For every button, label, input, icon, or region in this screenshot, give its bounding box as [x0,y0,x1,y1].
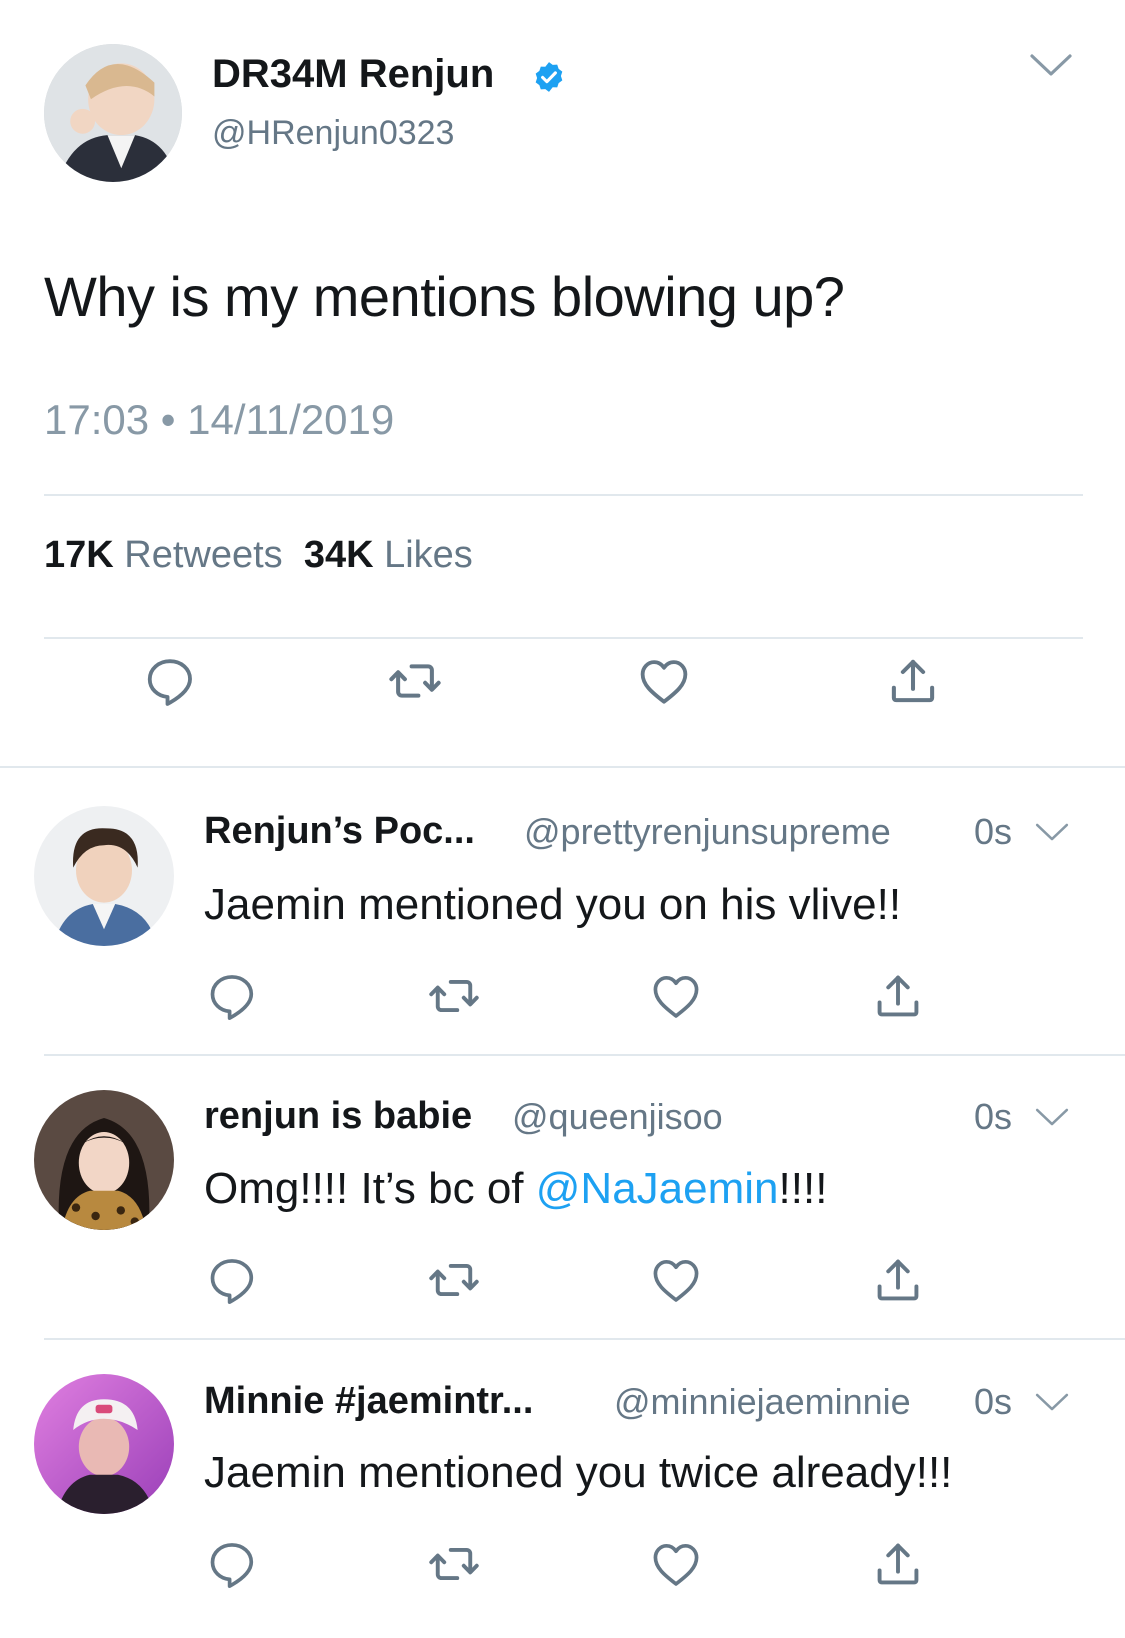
tweet-stats: 17K Retweets 34K Likes [44,534,473,577]
reply-author-name[interactable]: Renjun’s Poc... [204,810,475,853]
reply-icon[interactable] [206,970,258,1022]
reply-author-handle[interactable]: @queenjisoo [512,1096,723,1138]
retweet-icon[interactable] [428,1254,480,1306]
reply-text-before: Omg!!!! It’s bc of [204,1164,536,1213]
verified-badge-icon [532,60,566,94]
like-icon[interactable] [650,1254,702,1306]
reply-author-name[interactable]: renjun is babie [204,1095,472,1138]
retweets-label: Retweets [124,534,283,576]
reply-icon[interactable] [206,1538,258,1590]
reply-author-handle[interactable]: @prettyrenjunsupreme [524,811,891,853]
reply-text: Jaemin mentioned you on his vlive!! [204,880,902,929]
like-icon[interactable] [650,970,702,1022]
likes-label: Likes [384,534,473,576]
mention-link[interactable]: @NaJaemin [536,1164,779,1213]
reply-time: 0s [974,811,1013,852]
likes-count: 34K [303,534,374,576]
reply-avatar[interactable] [34,806,174,946]
reply-time: 0s [974,1381,1013,1422]
chevron-down-icon[interactable] [1034,820,1070,844]
retweet-icon[interactable] [388,654,442,708]
reply-text: Jaemin mentioned you twice already!!! [204,1448,953,1497]
tweet-date: 14/11/2019 [187,396,395,443]
divider [44,1338,1125,1340]
chevron-down-icon[interactable] [1028,50,1074,80]
retweets-count: 17K [44,534,114,576]
reply-avatar[interactable] [34,1090,174,1230]
divider [44,1054,1125,1056]
chevron-down-icon[interactable] [1034,1105,1070,1129]
chevron-down-icon[interactable] [1034,1390,1070,1414]
timestamp-separator: • [160,396,176,443]
author-avatar[interactable] [44,44,182,182]
share-icon[interactable] [886,654,940,708]
like-icon[interactable] [637,654,691,708]
divider [0,766,1125,768]
tweet-timestamp: 17:03 • 14/11/2019 [44,396,394,444]
divider [44,637,1083,639]
reply-avatar[interactable] [34,1374,174,1514]
reply-author-name[interactable]: Minnie #jaemintr... [204,1380,533,1423]
author-name[interactable]: DR34M Renjun [212,52,494,97]
share-icon[interactable] [872,1254,924,1306]
share-icon[interactable] [872,1538,924,1590]
likes-stat[interactable]: 34K Likes [304,534,473,576]
reply-text: Omg!!!! It’s bc of @NaJaemin!!!! [204,1164,827,1214]
share-icon[interactable] [872,970,924,1022]
divider [44,494,1083,496]
tweet-time: 17:03 [44,396,150,443]
reply-icon[interactable] [206,1254,258,1306]
reply-text-after: !!!! [778,1164,828,1213]
reply-author-handle[interactable]: @minniejaeminnie [614,1381,911,1423]
retweet-icon[interactable] [428,970,480,1022]
retweets-stat[interactable]: 17K Retweets [44,534,283,576]
like-icon[interactable] [650,1538,702,1590]
reply-icon[interactable] [143,654,197,708]
reply-time: 0s [974,1096,1013,1137]
tweet-text: Why is my mentions blowing up? [44,265,845,328]
retweet-icon[interactable] [428,1538,480,1590]
author-handle[interactable]: @HRenjun0323 [212,114,454,153]
